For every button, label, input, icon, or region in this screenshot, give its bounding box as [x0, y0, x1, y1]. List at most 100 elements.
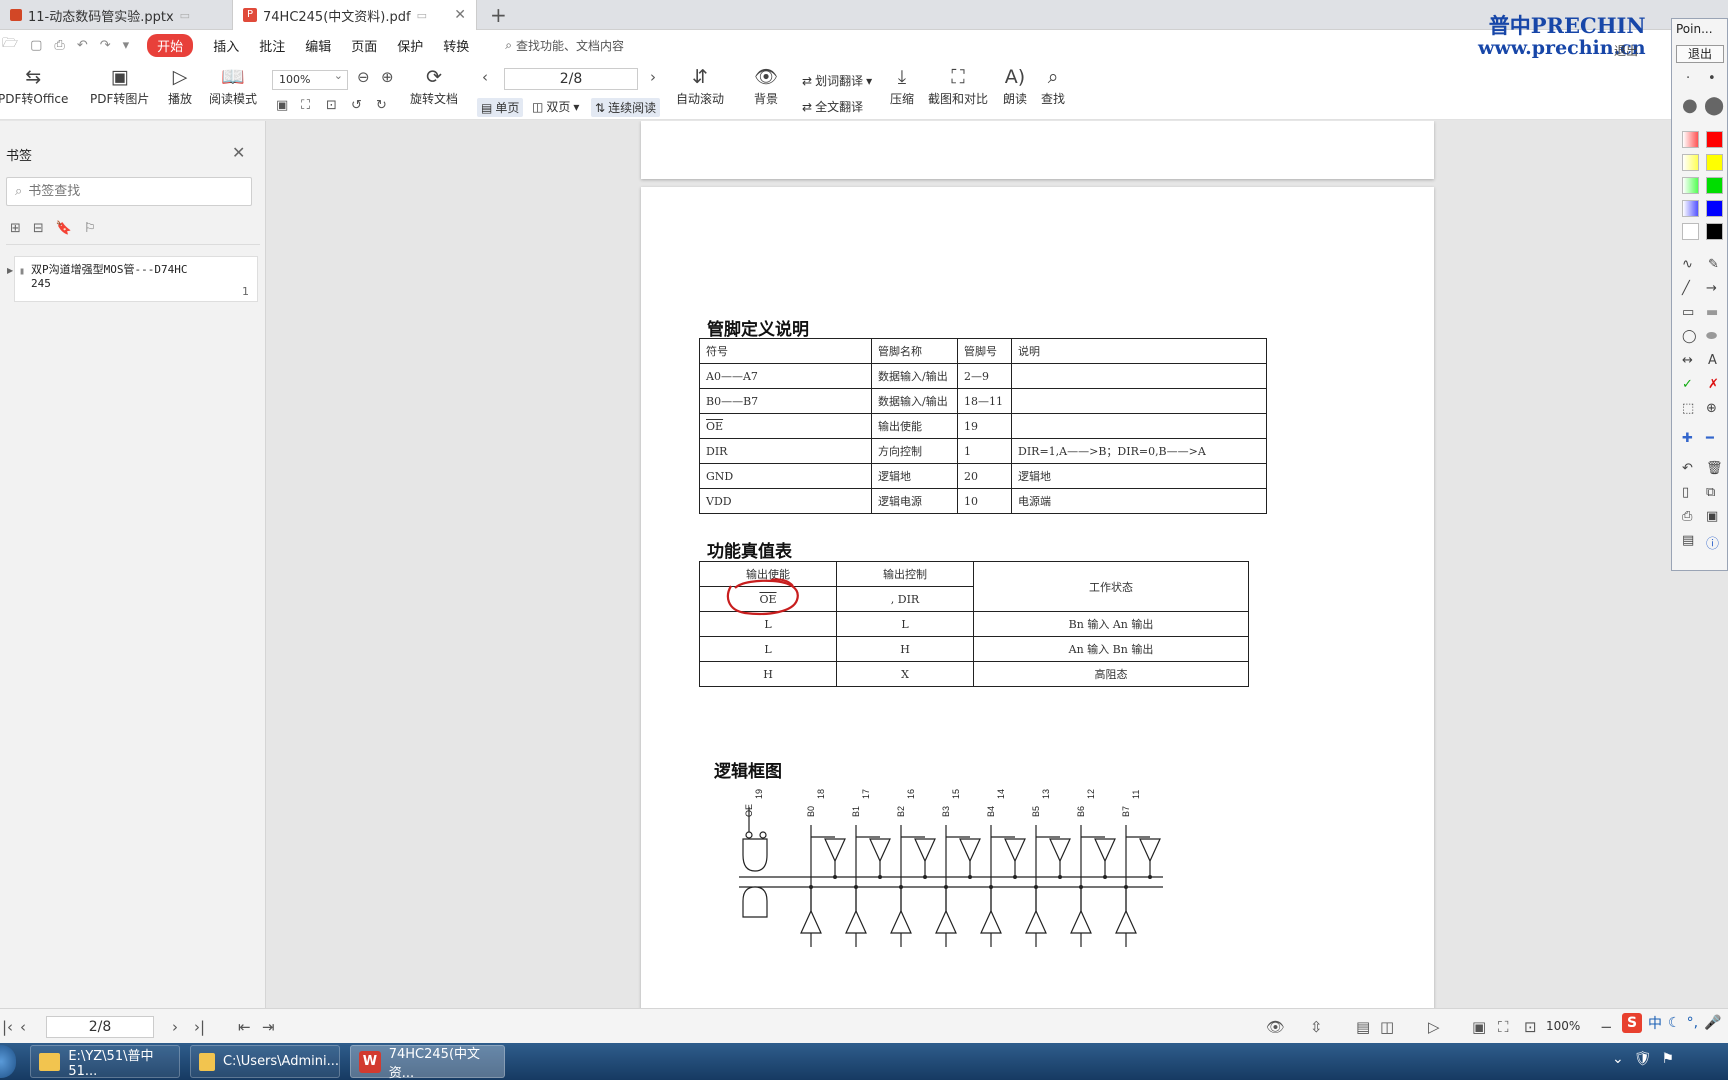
single-page-button[interactable]: ▤ 单页 — [477, 98, 524, 117]
first-page-icon[interactable]: |‹ — [2, 1018, 13, 1036]
cross-icon[interactable]: ✗ — [1708, 377, 1719, 392]
full-translate-button[interactable]: ⇄ 全文翻译 — [802, 98, 863, 115]
play-icon[interactable]: ▷ — [1428, 1018, 1440, 1036]
color-light-yellow[interactable] — [1682, 154, 1699, 171]
filled-ellipse-icon[interactable]: ⬬ — [1706, 329, 1717, 344]
read-aloud-button[interactable]: A) 朗读 — [1003, 64, 1027, 107]
menu-edit[interactable]: 编辑 — [305, 36, 331, 55]
color-red[interactable] — [1706, 131, 1723, 148]
fit-page-icon[interactable]: ⛶ — [301, 98, 310, 113]
background-button[interactable]: 👁 背景 — [754, 64, 778, 107]
filled-rectangle-icon[interactable]: ▬ — [1706, 305, 1718, 320]
ime-indicator[interactable]: S 中 ☾ °, 🎤 — [1622, 1013, 1721, 1033]
rectangle-icon[interactable]: ▭ — [1682, 305, 1694, 320]
undo-icon[interactable]: ↶ — [77, 38, 88, 53]
flag-icon[interactable]: ⚑ — [1662, 1051, 1675, 1067]
color-blue[interactable] — [1706, 200, 1723, 217]
new-tab-button[interactable]: + — [490, 3, 507, 27]
color-light-green[interactable] — [1682, 177, 1699, 194]
menu-comment[interactable]: 批注 — [259, 36, 285, 55]
prev-page-icon[interactable]: ‹ — [20, 1018, 26, 1036]
magnifier-icon[interactable]: ⊕ — [1706, 401, 1717, 416]
close-icon[interactable]: ✕ — [232, 143, 245, 162]
ellipse-icon[interactable]: ◯ — [1682, 329, 1697, 344]
actual-size-icon[interactable]: ▣ — [276, 98, 288, 113]
eye-icon[interactable]: 👁 — [1266, 1018, 1285, 1036]
rotate-document-button[interactable]: ⟳ 旋转文档 — [410, 64, 458, 107]
taskbar-item-wps[interactable]: W 74HC245(中文资... — [350, 1045, 505, 1080]
document-viewport[interactable]: 管脚定义说明 符号 管脚名称 管脚号 说明 A0——A7 数据输入/输出 2—9… — [267, 121, 1672, 1008]
zoom-out-icon[interactable]: − — [1600, 1018, 1613, 1036]
find-button[interactable]: ⌕ 查找 — [1041, 64, 1065, 107]
expand-arrow-icon[interactable]: ▶ — [7, 266, 13, 275]
exit-fullscreen-label[interactable]: 退出 — [1614, 42, 1638, 59]
collapse-all-icon[interactable]: ⊟ — [33, 221, 44, 236]
eraser-icon[interactable]: ✎ — [1708, 257, 1719, 272]
read-mode-button[interactable]: 📖 阅读模式 — [209, 64, 257, 107]
bookmark-search[interactable]: ⌕ — [6, 177, 252, 206]
double-arrow-icon[interactable]: ↔ — [1682, 353, 1693, 368]
trash-icon[interactable]: 🗑 — [1706, 461, 1723, 476]
taskbar-item-explorer-1[interactable]: E:\YZ\51\普中51... — [30, 1045, 180, 1079]
info-icon[interactable]: ⓘ — [1706, 533, 1719, 552]
last-page-icon[interactable]: ›| — [194, 1018, 205, 1036]
shield-icon[interactable]: 🛡 — [1634, 1051, 1652, 1067]
pen-size-large[interactable]: ● ⬤ — [1682, 95, 1726, 116]
color-black[interactable] — [1706, 223, 1723, 240]
double-page-icon[interactable]: ◫ — [1380, 1018, 1394, 1036]
close-icon[interactable]: ✕ — [454, 7, 466, 23]
undo-icon[interactable]: ↶ — [1682, 461, 1693, 476]
taskbar-item-explorer-2[interactable]: C:\Users\Admini... — [190, 1045, 340, 1078]
menu-convert[interactable]: 转换 — [443, 36, 469, 55]
pdf-to-office-button[interactable]: ⇆ PDF转Office — [0, 64, 68, 107]
bookmark-search-input[interactable] — [28, 184, 219, 199]
prev-page-icon[interactable]: ‹ — [482, 68, 488, 86]
menu-start[interactable]: 开始 — [147, 33, 194, 57]
continuous-icon[interactable]: ⇳ — [1310, 1018, 1323, 1036]
word-translate-button[interactable]: ⇄ 划词翻译 ▾ — [802, 72, 872, 89]
status-zoom[interactable]: 100% — [1546, 1019, 1580, 1033]
play-button[interactable]: ▷ 播放 — [168, 64, 192, 107]
print-icon[interactable]: ⎙ — [1682, 509, 1692, 524]
back-icon[interactable]: ⇤ — [238, 1018, 251, 1036]
rotate-right-icon[interactable]: ↻ — [376, 98, 387, 113]
menu-page[interactable]: 页面 — [351, 36, 377, 55]
page-number-input[interactable]: 2/8 — [504, 68, 638, 90]
redo-icon[interactable]: ↷ — [100, 38, 111, 53]
remove-bookmark-icon[interactable]: ⚐ — [84, 221, 96, 236]
pointer-exit-button[interactable]: 退出 — [1676, 45, 1724, 63]
next-page-icon[interactable]: › — [172, 1018, 178, 1036]
note-icon[interactable]: ▤ — [1682, 533, 1694, 548]
zoom-in-icon[interactable]: ⊕ — [381, 68, 394, 86]
color-white[interactable] — [1682, 223, 1699, 240]
screenshot-compare-button[interactable]: ⛶ 截图和对比 — [928, 64, 988, 107]
compress-button[interactable]: ⤓ 压缩 — [890, 64, 914, 107]
open-icon[interactable]: 🗁 — [2, 34, 18, 56]
minus-icon[interactable]: ━ — [1706, 431, 1714, 446]
forward-icon[interactable]: ⇥ — [262, 1018, 275, 1036]
fit-page-icon[interactable]: ⛶ — [1498, 1018, 1509, 1036]
zoom-select[interactable]: 100% — [272, 69, 348, 90]
bookmark-item[interactable]: ▮ 双P沟道增强型MOS管---D74HC 245 1 — [14, 256, 258, 302]
arrow-icon[interactable]: → — [1706, 281, 1717, 296]
color-yellow[interactable] — [1706, 154, 1723, 171]
command-search[interactable]: ⌕ 查找功能、文档内容 — [505, 37, 624, 54]
fit-width-icon[interactable]: ⊡ — [326, 98, 337, 113]
text-icon[interactable]: A — [1708, 353, 1717, 368]
pen-size-small[interactable]: · • — [1682, 71, 1726, 91]
plus-icon[interactable]: ✚ — [1682, 431, 1693, 446]
tab-pdf[interactable]: P 74HC245(中文资料).pdf ▭ ✕ — [232, 0, 477, 30]
fit-width-icon[interactable]: ⊡ — [1524, 1018, 1537, 1036]
start-button[interactable] — [0, 1045, 16, 1078]
print-icon[interactable]: ⎙ — [54, 38, 64, 53]
add-bookmark-icon[interactable]: 🔖 — [56, 221, 72, 236]
pdf-to-image-button[interactable]: ▣ PDF转图片 — [90, 64, 149, 107]
continuous-read-button[interactable]: ⇅ 连续阅读 — [591, 98, 661, 117]
rotate-left-icon[interactable]: ↺ — [351, 98, 362, 113]
menu-insert[interactable]: 插入 — [213, 36, 239, 55]
double-page-button[interactable]: ◫ 双页 ▾ — [532, 98, 579, 115]
save-icon[interactable]: ▣ — [1706, 509, 1718, 524]
select-area-icon[interactable]: ⬚ — [1682, 401, 1694, 416]
status-page-input[interactable]: 2/8 — [46, 1016, 154, 1038]
save-icon[interactable]: ▢ — [30, 38, 42, 53]
